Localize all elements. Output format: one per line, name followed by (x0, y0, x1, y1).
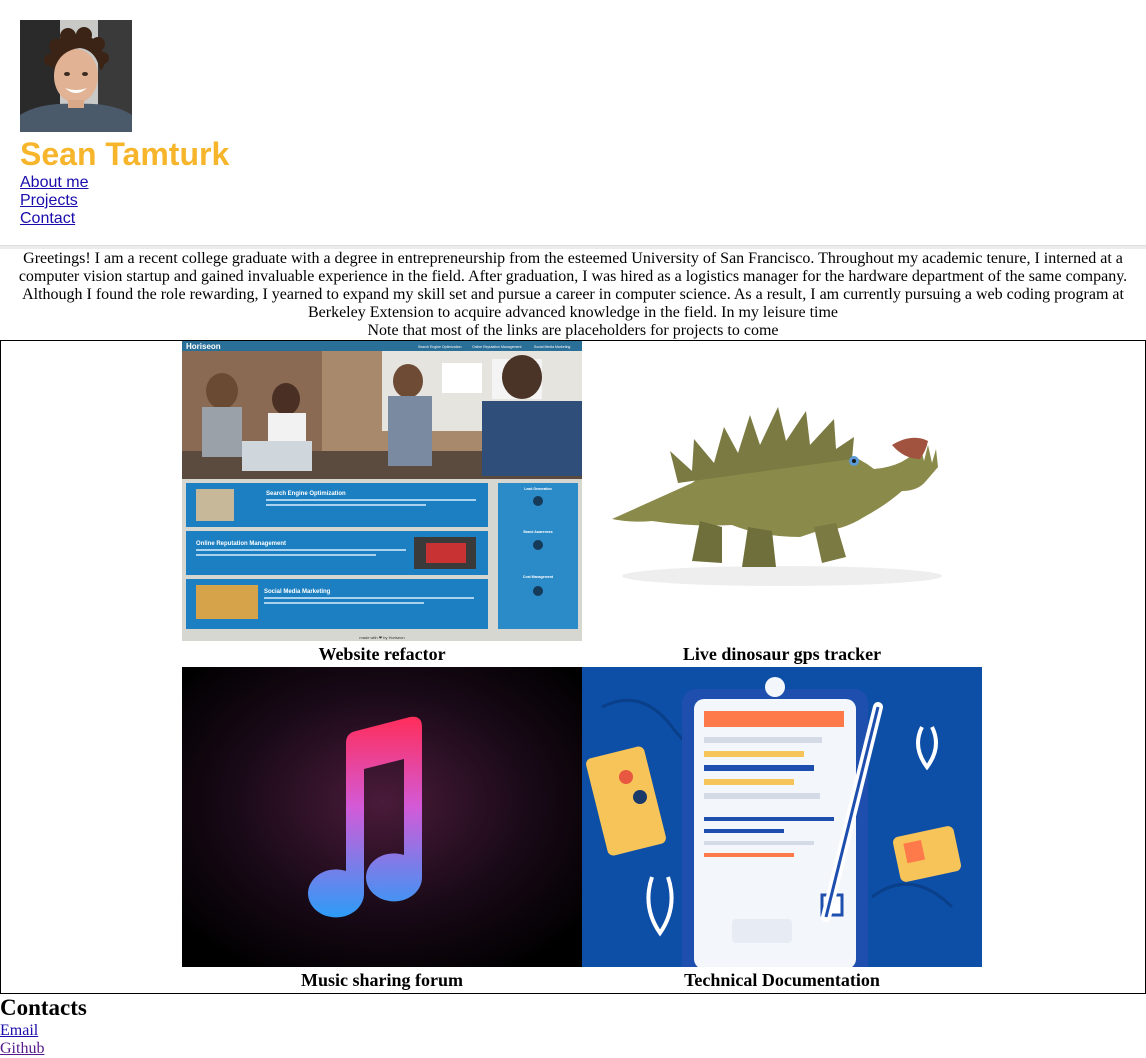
horiseon-section-3: Social Media Marketing (264, 589, 331, 595)
horiseon-brand: Horiseon (186, 342, 221, 351)
main-nav: About me Projects Contact (20, 174, 420, 228)
horiseon-side-3: Cost Management (523, 575, 554, 579)
project-caption: Live dinosaur gps tracker (682, 644, 882, 664)
project-caption: Website refactor (318, 644, 446, 664)
horiseon-section-1: Search Engine Optimization (266, 491, 346, 497)
contacts-heading: Contacts (0, 995, 87, 1020)
contacts-section: Contacts Email Github (0, 994, 600, 1058)
person-avatar-icon (20, 20, 132, 132)
header: Sean Tamturk About me Projects Contact (20, 20, 420, 228)
email-link[interactable]: Email (0, 1022, 600, 1040)
music-note-icon[interactable] (182, 667, 582, 967)
project-card-music-forum[interactable]: Music sharing forum (182, 667, 582, 993)
about-section: Greetings! I am a recent college graduat… (10, 250, 1136, 340)
project-card-technical-documentation[interactable]: Technical Documentation (582, 667, 982, 993)
horiseon-nav-3: Social Media Marketing (534, 345, 570, 349)
header-divider (0, 245, 1146, 249)
website-screenshot-icon[interactable]: Horiseon Search Engine Optimization Onli… (182, 341, 582, 641)
horiseon-nav-1: Search Engine Optimization (418, 345, 461, 349)
project-card-website-refactor[interactable]: Horiseon Search Engine Optimization Onli… (182, 341, 582, 667)
profile-name: Sean Tamturk (20, 136, 230, 172)
nav-link-about-me[interactable]: About me (20, 174, 420, 192)
project-caption: Technical Documentation (684, 970, 880, 990)
dinosaur-toy-icon[interactable] (582, 341, 982, 641)
nav-link-projects[interactable]: Projects (20, 192, 420, 210)
projects-section: Horiseon Search Engine Optimization Onli… (0, 340, 1146, 994)
horiseon-section-2: Online Reputation Management (196, 541, 286, 547)
nav-link-contact[interactable]: Contact (20, 210, 420, 228)
github-link[interactable]: Github (0, 1040, 600, 1058)
horiseon-nav-2: Online Reputation Management (472, 345, 521, 349)
about-paragraph: Greetings! I am a recent college graduat… (18, 250, 1128, 321)
avatar (20, 20, 132, 132)
horiseon-side-1: Lead Generation (524, 487, 552, 491)
project-caption: Music sharing forum (301, 970, 463, 990)
documentation-illustration-icon[interactable] (582, 667, 982, 967)
placeholder-note: Note that most of the links are placehol… (367, 322, 779, 339)
horiseon-side-2: Brand Awareness (523, 530, 552, 534)
horiseon-footer: made with ❤ by Horiseon (359, 635, 404, 640)
project-card-dinosaur-tracker[interactable]: Live dinosaur gps tracker (582, 341, 982, 667)
